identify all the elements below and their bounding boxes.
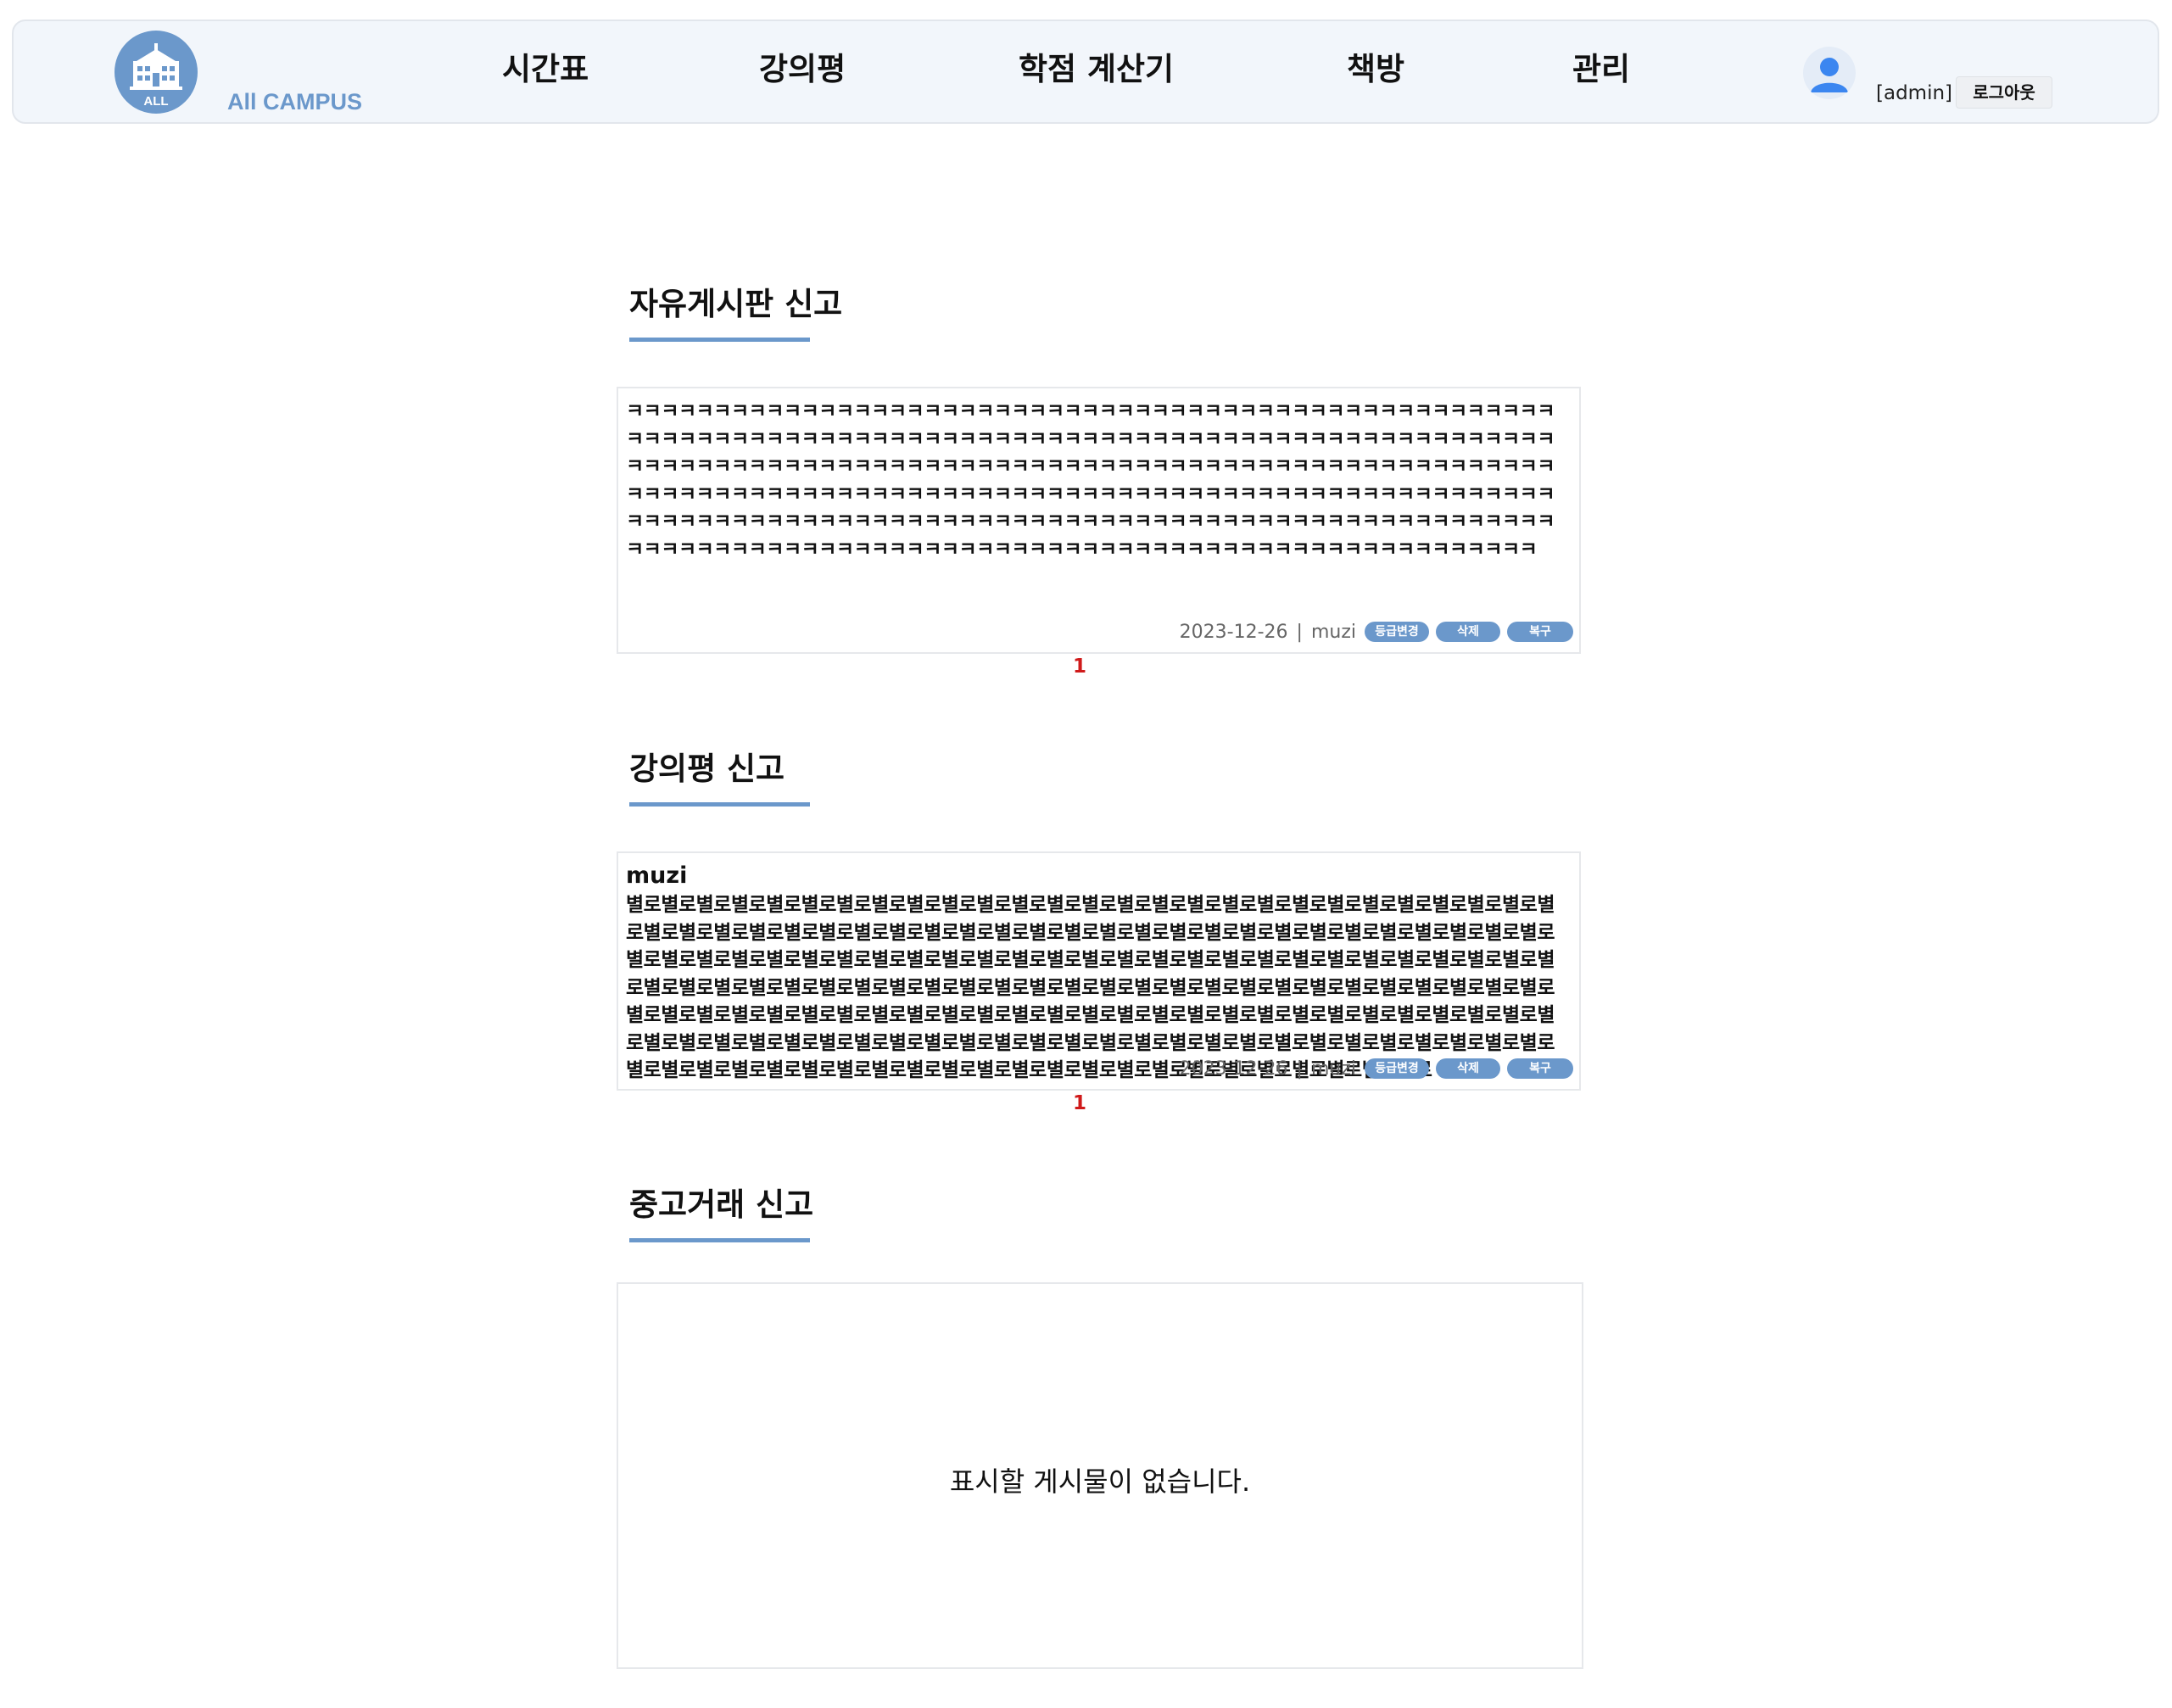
review-title: muzi [626,862,688,889]
pagination-page-1[interactable]: 1 [1073,656,1086,678]
post-meta-row: 2023-12-26 | muzi 등급변경 삭제 복구 [1180,619,1573,645]
nav-grade-calculator[interactable]: 학점 계산기 [1019,53,1174,85]
pagination-page-1[interactable]: 1 [1073,1092,1086,1114]
reported-review-card[interactable]: muzi 별로별로별로별로별로별로별로별로별로별로별로별로별로별로별로별로별로별… [617,851,1581,1091]
logo-text[interactable]: All CAMPUS [227,89,362,115]
school-building-icon[interactable]: ALL [114,31,198,114]
top-nav-bar: ALL All CAMPUS 시간표 강의평 학점 계산기 책방 관리 [adm… [12,20,2159,124]
post-author: muzi [1310,621,1356,643]
review-date: 2023-12-26 [1179,1058,1288,1080]
empty-message: 표시할 게시물이 없습니다. [949,1465,1251,1498]
section-title-underline [629,802,810,807]
logout-button[interactable]: 로그아웃 [1956,76,2052,109]
meta-separator: | [1296,1058,1303,1080]
user-avatar-icon[interactable] [1803,47,1856,99]
nav-bookstore[interactable]: 책방 [1347,53,1404,85]
change-grade-button[interactable]: 등급변경 [1365,622,1429,642]
section-title-used-trade-reports: 중고거래 신고 [629,1186,814,1223]
nav-lecture-review[interactable]: 강의평 [759,53,846,85]
restore-button[interactable]: 복구 [1507,622,1573,642]
change-grade-button[interactable]: 등급변경 [1365,1058,1429,1079]
restore-button[interactable]: 복구 [1507,1058,1573,1079]
review-author: muzi [1310,1058,1356,1080]
review-meta-row: 2023-12-26 | muzi 등급변경 삭제 복구 [1180,1056,1573,1081]
logo-badge-text: ALL [143,94,168,109]
reported-post-body: ㅋㅋㅋㅋㅋㅋㅋㅋㅋㅋㅋㅋㅋㅋㅋㅋㅋㅋㅋㅋㅋㅋㅋㅋㅋㅋㅋㅋㅋㅋㅋㅋㅋㅋㅋㅋㅋㅋㅋㅋ… [626,400,1555,561]
section-title-underline [629,1238,810,1242]
reported-post-card[interactable]: ㅋㅋㅋㅋㅋㅋㅋㅋㅋㅋㅋㅋㅋㅋㅋㅋㅋㅋㅋㅋㅋㅋㅋㅋㅋㅋㅋㅋㅋㅋㅋㅋㅋㅋㅋㅋㅋㅋㅋㅋ… [617,387,1581,654]
empty-list-card: 표시할 게시물이 없습니다. [617,1282,1583,1669]
user-name-label: [admin] [1876,82,1953,104]
section-title-lecture-review-reports: 강의평 신고 [629,751,785,787]
delete-button[interactable]: 삭제 [1436,1058,1500,1079]
post-date: 2023-12-26 [1179,621,1288,643]
delete-button[interactable]: 삭제 [1436,622,1500,642]
nav-timetable[interactable]: 시간표 [502,53,589,85]
meta-separator: | [1296,621,1303,643]
section-title-free-board-reports: 자유게시판 신고 [629,286,843,322]
section-title-underline [629,338,810,342]
nav-admin[interactable]: 관리 [1572,53,1630,85]
